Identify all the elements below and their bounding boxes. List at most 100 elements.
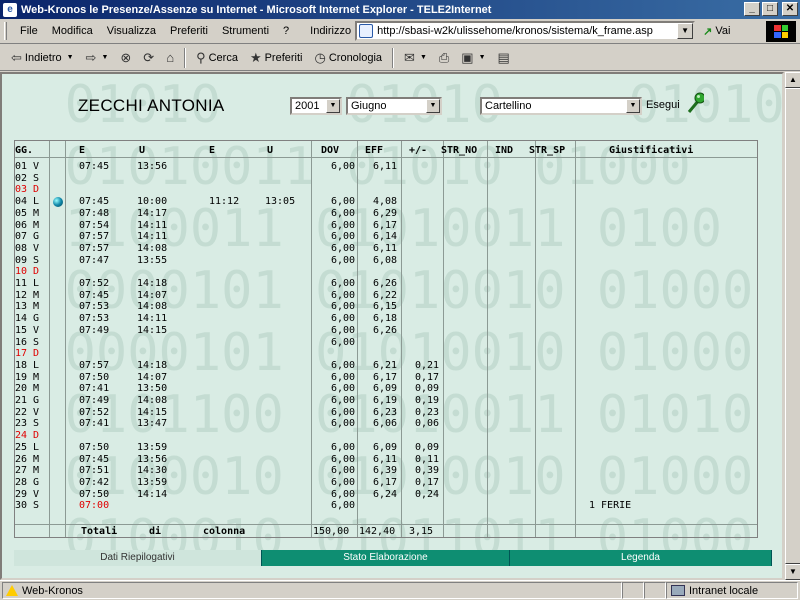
status-cell bbox=[644, 582, 666, 599]
cell-eff: 6,17 bbox=[373, 476, 398, 488]
forward-button[interactable]: ⇨ ▼ bbox=[81, 47, 114, 69]
menu-strumenti[interactable]: Strumenti bbox=[215, 25, 276, 37]
page-content: 01010 01010 01010 01010011 01010 01000 1… bbox=[0, 72, 784, 580]
cell-diff: 0,24 bbox=[415, 488, 440, 500]
edit-dropdown-icon[interactable]: ▼ bbox=[479, 54, 486, 61]
cell-dov: 6,00 bbox=[331, 207, 356, 219]
tab-legenda[interactable]: Legenda bbox=[510, 550, 772, 566]
search-button[interactable]: ⚲ Cerca bbox=[191, 47, 243, 69]
go-arrow-icon: ↗ bbox=[703, 25, 713, 38]
mail-dropdown-icon[interactable]: ▼ bbox=[420, 54, 427, 61]
edit-button[interactable]: ▣ ▼ bbox=[456, 47, 490, 69]
address-dropdown-icon[interactable]: ▼ bbox=[677, 23, 694, 39]
menu-help[interactable]: ? bbox=[276, 25, 296, 37]
cell-eff: 6,24 bbox=[373, 488, 398, 500]
go-button[interactable]: ↗ Vai bbox=[703, 25, 730, 38]
stop-icon: ⊗ bbox=[120, 49, 132, 65]
cell-e1: 07:53 bbox=[79, 313, 110, 325]
vertical-scrollbar[interactable]: ▲ ▼ bbox=[784, 72, 800, 580]
run-label[interactable]: Esegui bbox=[646, 99, 680, 111]
cell-eff: 6,17 bbox=[373, 219, 398, 231]
discuss-button[interactable]: ▤ bbox=[493, 47, 515, 69]
address-value[interactable]: http://sbasi-w2k/ulissehome/kronos/siste… bbox=[377, 25, 653, 37]
home-icon: ⌂ bbox=[166, 50, 175, 65]
title-bar: e Web-Kronos le Presenze/Assenze su Inte… bbox=[0, 0, 800, 19]
anomaly-icon[interactable] bbox=[53, 197, 63, 208]
cell-u1: 14:18 bbox=[137, 359, 168, 371]
month-select[interactable]: Giugno ▼ bbox=[346, 97, 442, 115]
discuss-icon: ▤ bbox=[497, 49, 510, 65]
run-icon[interactable] bbox=[686, 92, 704, 114]
cell-e1: 07:45 bbox=[79, 161, 110, 172]
cell-eff: 6,08 bbox=[373, 254, 398, 266]
print-icon: ⎙ bbox=[438, 49, 450, 65]
status-cell bbox=[622, 582, 644, 599]
back-arrow-icon: ⇦ bbox=[11, 49, 22, 65]
menu-modifica[interactable]: Modifica bbox=[45, 25, 100, 37]
cell-gg: 29 V bbox=[15, 488, 40, 500]
forward-dropdown-icon[interactable]: ▼ bbox=[101, 54, 108, 61]
cell-eff: 6,29 bbox=[373, 207, 398, 219]
scroll-down-icon[interactable]: ▼ bbox=[785, 564, 800, 580]
cell-eff: 6,21 bbox=[373, 359, 398, 371]
history-button[interactable]: ◷ Cronologia bbox=[310, 47, 388, 69]
chevron-down-icon[interactable]: ▼ bbox=[626, 99, 640, 113]
cell-e1: 07:54 bbox=[79, 219, 110, 231]
back-button[interactable]: ⇦ Indietro ▼ bbox=[6, 47, 79, 69]
cell-diff: 0,19 bbox=[415, 395, 440, 406]
menu-preferiti[interactable]: Preferiti bbox=[163, 25, 215, 37]
mail-button[interactable]: ✉ ▼ bbox=[399, 47, 432, 69]
toolbar-grip bbox=[4, 22, 7, 40]
windows-logo-icon bbox=[766, 21, 796, 42]
cell-e1: 07:41 bbox=[79, 418, 110, 430]
home-button[interactable]: ⌂ bbox=[161, 47, 179, 69]
cell-gg: 06 M bbox=[15, 219, 40, 231]
report-select[interactable]: Cartellino ▼ bbox=[480, 97, 642, 115]
cell-eff: 6,22 bbox=[373, 289, 398, 301]
favorites-button[interactable]: ★ Preferiti bbox=[245, 47, 308, 69]
window-title: Web-Kronos le Presenze/Assenze su Intern… bbox=[21, 3, 492, 16]
cell-u1: 13:47 bbox=[137, 418, 168, 430]
close-button[interactable]: ✕ bbox=[782, 2, 798, 16]
cell-u1: 14:15 bbox=[137, 406, 168, 418]
cell-dov: 6,00 bbox=[331, 324, 356, 336]
cell-eff: 6,17 bbox=[373, 371, 398, 383]
cell-e1: 07:50 bbox=[79, 371, 110, 383]
maximize-button[interactable]: □ bbox=[762, 2, 778, 16]
tab-dati-riepilogativi[interactable]: Dati Riepilogativi bbox=[14, 550, 262, 566]
edit-icon: ▣ bbox=[461, 49, 474, 65]
cell-eff: 4,08 bbox=[373, 196, 398, 208]
address-label: Indirizzo bbox=[310, 25, 352, 37]
attendance-table: GG. E U E U DOV EFF +/- STR_NO IND STR_SP Giustific… bbox=[14, 140, 758, 538]
cell-dov: 6,00 bbox=[331, 289, 356, 301]
print-button[interactable]: ⎙ bbox=[434, 47, 454, 69]
cell-u1: 14:07 bbox=[137, 371, 168, 383]
menu-file[interactable]: File bbox=[13, 25, 45, 37]
scroll-up-icon[interactable]: ▲ bbox=[785, 72, 800, 88]
cell-gg: 08 V bbox=[15, 242, 40, 254]
menu-visualizza[interactable]: Visualizza bbox=[100, 25, 163, 37]
refresh-button[interactable]: ⟳ bbox=[138, 47, 159, 69]
scroll-thumb[interactable] bbox=[785, 88, 800, 564]
cell-eff: 6,19 bbox=[373, 395, 398, 406]
year-select[interactable]: 2001 ▼ bbox=[290, 97, 342, 115]
cell-gg: 01 V bbox=[15, 161, 40, 172]
cell-gg: 04 L bbox=[15, 196, 40, 208]
status-main: Web-Kronos bbox=[2, 582, 622, 599]
cell-gg: 18 L bbox=[15, 359, 40, 371]
chevron-down-icon[interactable]: ▼ bbox=[326, 99, 340, 113]
minimize-button[interactable]: _ bbox=[744, 2, 760, 16]
tab-stato-elaborazione[interactable]: Stato Elaborazione bbox=[262, 550, 510, 566]
column-header-diff: +/- bbox=[409, 145, 428, 156]
history-label: Cronologia bbox=[328, 51, 383, 64]
cell-u1: 13:56 bbox=[137, 453, 168, 465]
stop-button[interactable]: ⊗ bbox=[115, 47, 136, 69]
column-header-str-sp: STR_SP bbox=[529, 145, 566, 156]
cell-dov: 6,00 bbox=[331, 336, 356, 348]
cell-e1: 07:53 bbox=[79, 301, 110, 313]
toolbar-separator bbox=[184, 47, 187, 68]
back-dropdown-icon[interactable]: ▼ bbox=[67, 54, 74, 61]
employee-name: ZECCHI ANTONIA bbox=[78, 96, 225, 115]
address-bar[interactable]: http://sbasi-w2k/ulissehome/kronos/siste… bbox=[355, 21, 696, 41]
chevron-down-icon[interactable]: ▼ bbox=[426, 99, 440, 113]
